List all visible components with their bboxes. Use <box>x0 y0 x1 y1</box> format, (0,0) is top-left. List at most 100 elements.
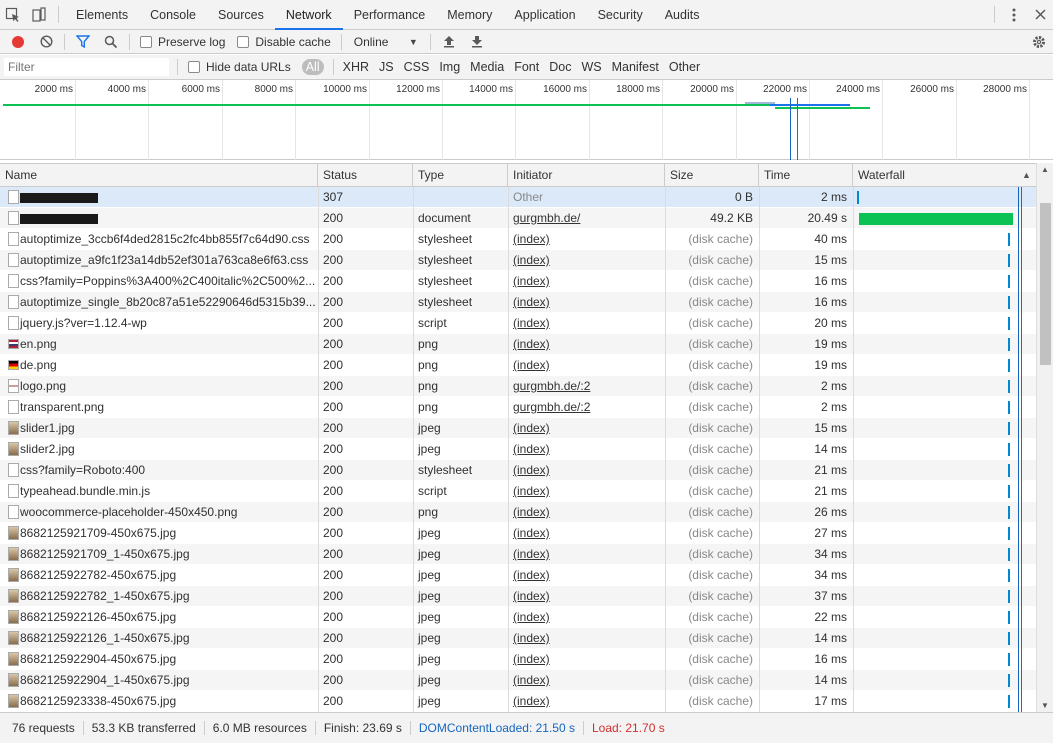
cell-initiator[interactable]: (index) <box>508 250 665 271</box>
filter-type-all[interactable]: All <box>301 59 324 75</box>
table-row[interactable]: slider2.jpg 200 jpeg (index) (disk cache) 14 … <box>0 439 1036 460</box>
cell-name[interactable]: 8682125922782_1-450x675.jpg <box>0 586 318 607</box>
cell-initiator[interactable]: gurgmbh.de/:2 <box>508 397 665 418</box>
cell-name[interactable]: transparent.png <box>0 397 318 418</box>
cell-name[interactable]: 8682125921709-450x675.jpg <box>0 523 318 544</box>
cell-initiator[interactable]: (index) <box>508 229 665 250</box>
cell-initiator[interactable]: (index) <box>508 334 665 355</box>
hide-data-urls-checkbox[interactable]: Hide data URLs <box>188 60 291 74</box>
device-toolbar-icon[interactable] <box>26 0 52 29</box>
cell-initiator[interactable]: (index) <box>508 313 665 334</box>
timeline-overview[interactable]: 2000 ms 4000 ms 6000 ms 8000 ms 10000 ms 1200… <box>0 80 1053 160</box>
search-button[interactable] <box>97 30 125 54</box>
table-row[interactable]: 8682125921709-450x675.jpg 200 jpeg (index) (… <box>0 523 1036 544</box>
cell-name[interactable]: 8682125922904_1-450x675.jpg <box>0 670 318 691</box>
cell-name[interactable]: slider1.jpg <box>0 418 318 439</box>
cell-initiator[interactable]: (index) <box>508 544 665 565</box>
cell-name[interactable]: typeahead.bundle.min.js <box>0 481 318 502</box>
initiator-link[interactable]: (index) <box>513 568 550 582</box>
table-row[interactable]: woocommerce-placeholder-450x450.png 200 pn… <box>0 502 1036 523</box>
preserve-log-checkbox[interactable]: Preserve log <box>140 35 225 49</box>
filter-type-xhr[interactable]: XHR <box>338 60 374 74</box>
initiator-link[interactable]: (index) <box>513 358 550 372</box>
cell-name[interactable]: autoptimize_3ccb6f4ded2815c2fc4bb855f7c6… <box>0 229 318 250</box>
table-row[interactable]: 8682125923338-450x675.jpg 200 jpeg (index) (… <box>0 691 1036 712</box>
checkbox-box[interactable] <box>188 61 200 73</box>
filter-type-js[interactable]: JS <box>374 60 399 74</box>
cell-name[interactable]: logo.png <box>0 376 318 397</box>
cell-initiator[interactable]: (index) <box>508 670 665 691</box>
filter-type-css[interactable]: CSS <box>399 60 435 74</box>
tab-elements[interactable]: Elements <box>65 0 139 29</box>
column-header-type[interactable]: Type <box>413 164 508 187</box>
cell-initiator[interactable]: (index) <box>508 523 665 544</box>
table-row[interactable]: 307 Other 0 B 2 ms <box>0 187 1036 208</box>
checkbox-box[interactable] <box>140 35 152 48</box>
cell-initiator[interactable]: gurgmbh.de/:2 <box>508 376 665 397</box>
record-button[interactable] <box>4 30 32 54</box>
initiator-link[interactable]: (index) <box>513 652 550 666</box>
cell-initiator[interactable]: (index) <box>508 292 665 313</box>
table-row[interactable]: autoptimize_a9fc1f23a14db52ef301a763ca8e… <box>0 250 1036 271</box>
cell-name[interactable]: 8682125923338-450x675.jpg <box>0 691 318 712</box>
filter-type-doc[interactable]: Doc <box>544 60 576 74</box>
tab-application[interactable]: Application <box>503 0 586 29</box>
initiator-link[interactable]: (index) <box>513 463 550 477</box>
cell-name[interactable] <box>0 187 318 208</box>
table-row[interactable]: en.png 200 png (index) (disk cache) 19 ms <box>0 334 1036 355</box>
cell-name[interactable]: 8682125922126_1-450x675.jpg <box>0 628 318 649</box>
cell-name[interactable] <box>0 208 318 229</box>
more-options-icon[interactable] <box>1001 0 1027 29</box>
tab-security[interactable]: Security <box>587 0 654 29</box>
close-icon[interactable] <box>1027 0 1053 29</box>
tab-audits[interactable]: Audits <box>654 0 711 29</box>
initiator-link[interactable]: gurgmbh.de/:2 <box>513 379 590 393</box>
table-row[interactable]: 8682125922782_1-450x675.jpg 200 jpeg (index… <box>0 586 1036 607</box>
cell-name[interactable]: 8682125922782-450x675.jpg <box>0 565 318 586</box>
export-har-button[interactable] <box>463 30 491 54</box>
tab-console[interactable]: Console <box>139 0 207 29</box>
cell-initiator[interactable]: (index) <box>508 607 665 628</box>
initiator-link[interactable]: (index) <box>513 547 550 561</box>
initiator-link[interactable]: (index) <box>513 421 550 435</box>
initiator-link[interactable]: (index) <box>513 253 550 267</box>
cell-name[interactable]: autoptimize_a9fc1f23a14db52ef301a763ca8e… <box>0 250 318 271</box>
cell-initiator[interactable]: (index) <box>508 565 665 586</box>
initiator-link[interactable]: (index) <box>513 589 550 603</box>
filter-type-img[interactable]: Img <box>434 60 465 74</box>
clear-button[interactable] <box>32 30 60 54</box>
table-row[interactable]: 8682125922904_1-450x675.jpg 200 jpeg (index… <box>0 670 1036 691</box>
checkbox-box[interactable] <box>237 35 250 48</box>
column-header-size[interactable]: Size <box>665 164 759 187</box>
cell-initiator[interactable]: (index) <box>508 628 665 649</box>
table-row[interactable]: autoptimize_single_8b20c87a51e52290646d5… <box>0 292 1036 313</box>
cell-name[interactable]: css?family=Poppins%3A400%2C400italic%2C5… <box>0 271 318 292</box>
cell-name[interactable]: css?family=Roboto:400 <box>0 460 318 481</box>
initiator-link[interactable]: (index) <box>513 484 550 498</box>
import-har-button[interactable] <box>435 30 463 54</box>
cell-name[interactable]: autoptimize_single_8b20c87a51e52290646d5… <box>0 292 318 313</box>
cell-initiator[interactable]: (index) <box>508 502 665 523</box>
cell-initiator[interactable]: (index) <box>508 691 665 712</box>
table-row[interactable]: css?family=Poppins%3A400%2C400italic%2C5… <box>0 271 1036 292</box>
table-row[interactable]: autoptimize_3ccb6f4ded2815c2fc4bb855f7c6… <box>0 229 1036 250</box>
throttling-select[interactable]: Online ▼ <box>346 35 426 49</box>
filter-toggle-button[interactable] <box>69 30 97 54</box>
tab-network[interactable]: Network <box>274 0 343 30</box>
cell-initiator[interactable]: (index) <box>508 460 665 481</box>
initiator-link[interactable]: (index) <box>513 505 550 519</box>
initiator-link[interactable]: (index) <box>513 316 550 330</box>
tab-performance[interactable]: Performance <box>343 0 437 29</box>
cell-initiator[interactable]: (index) <box>508 481 665 502</box>
filter-type-ws[interactable]: WS <box>576 60 606 74</box>
initiator-link[interactable]: (index) <box>513 274 550 288</box>
initiator-link[interactable]: (index) <box>513 295 550 309</box>
table-row[interactable]: de.png 200 png (index) (disk cache) 19 ms <box>0 355 1036 376</box>
initiator-link[interactable]: (index) <box>513 526 550 540</box>
table-row[interactable]: 8682125922126_1-450x675.jpg 200 jpeg (index… <box>0 628 1036 649</box>
initiator-link[interactable]: gurgmbh.de/:2 <box>513 400 590 414</box>
table-row[interactable]: jquery.js?ver=1.12.4-wp 200 script (index) (… <box>0 313 1036 334</box>
tab-sources[interactable]: Sources <box>207 0 275 29</box>
cell-initiator[interactable]: gurgmbh.de/ <box>508 208 665 229</box>
cell-name[interactable]: 8682125921709_1-450x675.jpg <box>0 544 318 565</box>
